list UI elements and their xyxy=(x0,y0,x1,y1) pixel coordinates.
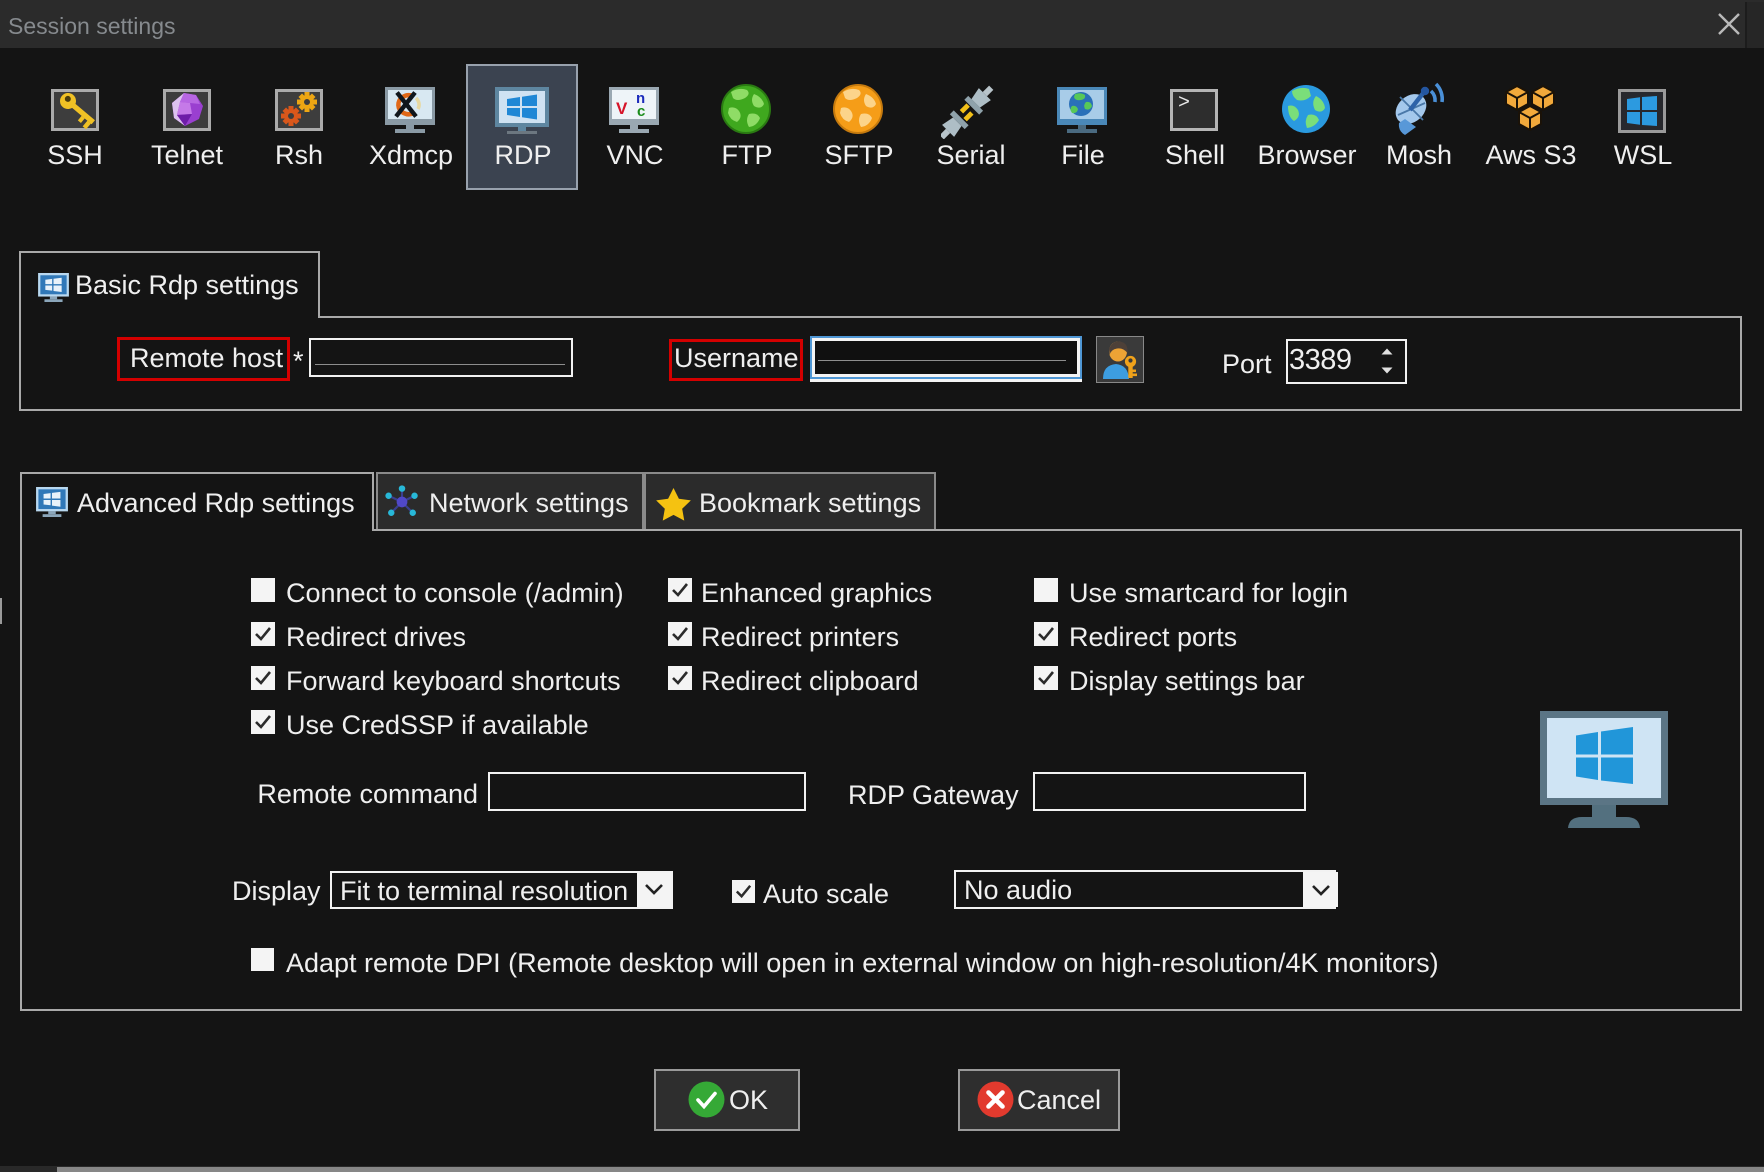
svg-text:V: V xyxy=(616,99,628,118)
svg-text:c: c xyxy=(637,103,645,120)
